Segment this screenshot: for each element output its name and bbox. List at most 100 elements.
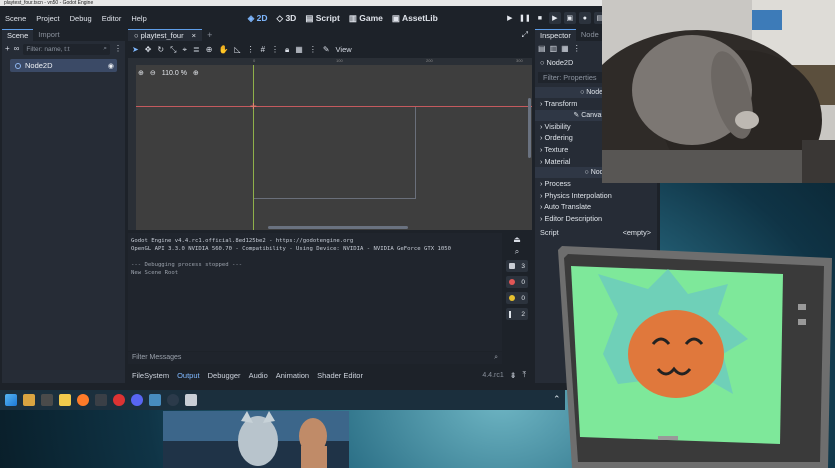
smart-snap-icon[interactable]: ⋮ xyxy=(247,45,255,54)
add-scene-tab-icon[interactable]: + xyxy=(202,29,217,41)
prop-auto-translate[interactable]: › Auto Translate xyxy=(535,201,657,213)
viewport-hscrollbar[interactable] xyxy=(268,226,408,229)
pan-icon[interactable]: ✋ xyxy=(218,45,228,54)
visibility-eye-icon[interactable]: ◉ xyxy=(108,62,114,70)
app-icon-2[interactable] xyxy=(41,394,53,406)
lock-icon[interactable]: 🔒︎ xyxy=(285,45,289,54)
stop-icon[interactable]: ■ xyxy=(534,12,546,24)
error-icon xyxy=(509,279,515,285)
scene-filter-input[interactable]: Filter: name, t:t ⌕ xyxy=(23,43,110,55)
play-scene-icon[interactable]: ▶ xyxy=(548,12,561,24)
messages-filter-button[interactable]: 3 xyxy=(506,260,528,272)
pivot-icon[interactable]: ⊕ xyxy=(206,45,213,54)
viewport-vscrollbar[interactable] xyxy=(528,98,531,158)
mode-game-button[interactable]: ▥ Game xyxy=(349,13,383,24)
menu-editor[interactable]: Editor xyxy=(97,14,127,23)
tab-animation[interactable]: Animation xyxy=(272,371,313,380)
output-log[interactable]: Godot Engine v4.4.rc1.official.8ed125be2… xyxy=(128,233,502,351)
selectable-icon[interactable]: ⌖ xyxy=(183,45,188,54)
expand-panel-icon[interactable]: ⤒ xyxy=(522,370,532,380)
mode-assetlib-button[interactable]: ▣ AssetLib xyxy=(392,13,438,24)
zoom-reset-icon[interactable]: ⊕ xyxy=(138,69,144,77)
obs-icon[interactable] xyxy=(167,394,179,406)
load-resource-icon[interactable]: ▥ xyxy=(550,45,558,53)
play-icon[interactable]: ▶ xyxy=(504,12,516,24)
select-mode-icon[interactable]: ➤ xyxy=(132,45,139,54)
view-menu[interactable]: View xyxy=(336,46,352,54)
tab-filesystem[interactable]: FileSystem xyxy=(128,371,173,380)
app-icon-3[interactable] xyxy=(113,394,125,406)
canvas-viewport[interactable]: 0 100 200 300 ⊕ ⊖ 110.0 % ⊕ ✛ xyxy=(128,58,532,230)
node-origin-cross-icon[interactable]: ✛ xyxy=(250,103,257,111)
tab-audio[interactable]: Audio xyxy=(245,371,272,380)
tab-inspector[interactable]: Inspector xyxy=(535,29,576,41)
tab-node[interactable]: Node xyxy=(576,29,604,41)
mode-3d-button[interactable]: ◇ 3D xyxy=(277,13,297,24)
discord-icon[interactable] xyxy=(131,394,143,406)
node2d-icon xyxy=(15,62,21,69)
zoom-in-icon[interactable]: ⊕ xyxy=(193,69,199,77)
scene-tab-playtest-four[interactable]: ○ playtest_four × xyxy=(128,29,203,41)
firefox-icon[interactable] xyxy=(77,394,89,406)
zoom-level[interactable]: 110.0 % xyxy=(162,70,187,77)
scene-tree-root-node[interactable]: Node2D ◉ xyxy=(10,59,117,72)
stream-thumbnail-image xyxy=(163,411,349,468)
prop-physics-interpolation[interactable]: › Physics Interpolation xyxy=(535,190,657,202)
ruler-icon[interactable]: ◺ xyxy=(234,45,240,54)
output-line: Godot Engine v4.4.rc1.official.8ed125be2… xyxy=(131,238,354,244)
mode-2d-button[interactable]: ◈ 2D xyxy=(248,13,268,24)
grid-snap-icon[interactable]: # xyxy=(261,45,265,54)
update-spinner-icon[interactable]: ⇟ xyxy=(510,371,517,380)
mode-2d-label: 2D xyxy=(256,12,268,23)
new-resource-icon[interactable]: ▤ xyxy=(538,45,546,53)
scale-mode-icon[interactable]: ⤡ xyxy=(170,45,176,54)
resource-options-icon[interactable]: ⋮ xyxy=(573,45,581,53)
filter-messages-input[interactable]: Filter Messages ⌕ xyxy=(128,352,502,364)
tab-output[interactable]: Output xyxy=(173,371,204,380)
warnings-filter-button[interactable]: 0 xyxy=(506,292,528,304)
info-filter-button[interactable]: 2 xyxy=(506,308,528,320)
move-mode-icon[interactable]: ✥ xyxy=(145,45,152,54)
zoom-out-icon[interactable]: ⊖ xyxy=(150,69,156,77)
tab-debugger[interactable]: Debugger xyxy=(204,371,245,380)
start-icon[interactable] xyxy=(5,394,17,406)
link-icon[interactable]: ∞ xyxy=(14,45,20,53)
scene-options-icon[interactable]: ⋮ xyxy=(114,45,122,53)
skeleton-icon[interactable]: ⋮ xyxy=(309,45,317,54)
app-icon-4[interactable] xyxy=(185,394,197,406)
snap-options-icon[interactable]: ⋮ xyxy=(271,45,279,54)
app-icon-1[interactable] xyxy=(23,394,35,406)
output-search-icon[interactable]: ⌕ xyxy=(515,248,519,256)
tab-shader-editor[interactable]: Shader Editor xyxy=(313,371,367,380)
play-custom-icon[interactable]: ▣ xyxy=(563,12,576,24)
prop-script-value[interactable]: <empty> xyxy=(623,227,651,239)
close-tab-icon[interactable]: × xyxy=(192,31,196,40)
tab-scene[interactable]: Scene xyxy=(2,29,34,41)
group-icon[interactable]: ▦ xyxy=(295,45,303,54)
rotate-mode-icon[interactable]: ↻ xyxy=(157,45,164,54)
distraction-free-icon[interactable]: ⤢ xyxy=(522,29,532,41)
mode-3d-label: 3D xyxy=(285,12,297,23)
prop-script[interactable]: Script <empty> xyxy=(535,227,657,239)
menu-project[interactable]: Project xyxy=(31,14,64,23)
menu-debug[interactable]: Debug xyxy=(65,14,97,23)
errors-filter-button[interactable]: 0 xyxy=(506,276,528,288)
bone-icon[interactable]: ✎ xyxy=(323,45,330,54)
prop-process-label: Process xyxy=(544,179,571,189)
save-resource-icon[interactable]: ▦ xyxy=(561,45,569,53)
godot-icon[interactable] xyxy=(149,394,161,406)
prop-editor-description[interactable]: › Editor Description xyxy=(535,213,657,225)
add-node-icon[interactable]: + xyxy=(5,45,10,53)
file-explorer-icon[interactable] xyxy=(59,394,71,406)
list-select-icon[interactable]: ≣ xyxy=(193,45,200,54)
menu-scene[interactable]: Scene xyxy=(0,14,31,23)
ruler-mark-300: 300 xyxy=(516,58,523,63)
pause-icon[interactable]: ❚❚ xyxy=(519,12,531,24)
terminal-icon[interactable] xyxy=(95,394,107,406)
menu-help[interactable]: Help xyxy=(126,14,151,23)
clear-output-icon[interactable]: ⏏ xyxy=(513,236,521,244)
tab-import[interactable]: Import xyxy=(33,29,64,41)
movie-maker-icon[interactable]: ● xyxy=(578,12,591,24)
mode-script-button[interactable]: ▤ Script xyxy=(305,13,340,24)
